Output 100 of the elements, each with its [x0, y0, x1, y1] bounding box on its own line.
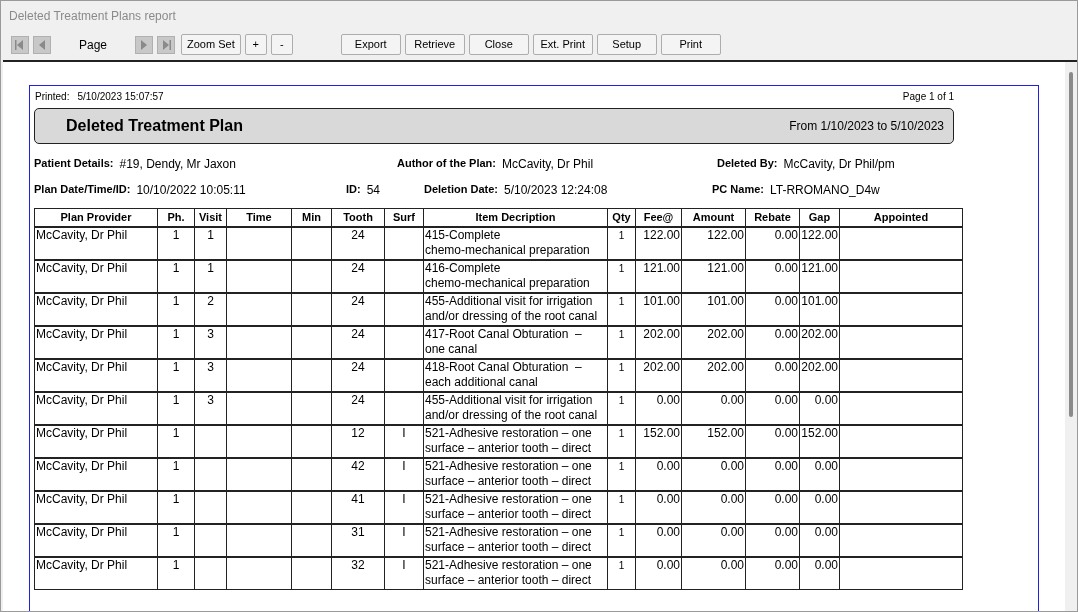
qty-cell: 1	[618, 427, 625, 439]
provider-cell: McCavity, Dr Phil	[36, 260, 128, 275]
gap-cell: 101.00	[801, 293, 838, 308]
phase-cell: 1	[172, 524, 180, 539]
tooth-cell: 31	[351, 524, 365, 539]
rebate-cell: 0.00	[774, 491, 798, 506]
detail-value: 5/10/2023 12:24:08	[503, 182, 608, 199]
column-header: Amount	[681, 208, 746, 227]
phase-cell: 1	[172, 557, 180, 572]
column-header: Fee@	[635, 208, 682, 227]
description-cell-text: 521-Adhesive restoration – one surface – anterior tooth – direct	[425, 425, 593, 456]
surface-cell: I	[402, 491, 406, 506]
previous-page-button[interactable]	[33, 35, 51, 54]
tooth-cell: 24	[351, 260, 365, 275]
detail-label: Deleted By:	[717, 156, 778, 171]
scrollbar[interactable]	[1065, 62, 1077, 611]
amount-cell: 122.00	[707, 227, 744, 242]
provider-cell: McCavity, Dr Phil	[36, 227, 128, 242]
toolbar-button[interactable]: Print	[660, 34, 721, 55]
detail-value: 54	[366, 182, 381, 199]
gap-cell: 152.00	[801, 425, 838, 440]
fee-cell: 202.00	[643, 326, 680, 341]
surface-cell: I	[402, 557, 406, 572]
toolbar-button[interactable]: Export	[340, 34, 401, 55]
fee-cell: 121.00	[643, 260, 680, 275]
gap-cell: 122.00	[801, 227, 838, 242]
description-cell-text: 416-Complete chemo-mechanical preparation	[425, 260, 591, 291]
provider-cell: McCavity, Dr Phil	[36, 392, 128, 407]
amount-cell: 0.00	[720, 524, 744, 539]
first-page-icon	[14, 38, 26, 51]
last-page-button[interactable]	[157, 35, 176, 54]
description-cell-text: 521-Adhesive restoration – one surface – anterior tooth – direct	[425, 458, 593, 489]
tooth-cell: 24	[351, 293, 365, 308]
description-cell-text: 417-Root Canal Obturation – one canal	[425, 326, 583, 357]
first-page-button[interactable]	[11, 35, 29, 54]
phase-cell: 1	[172, 227, 180, 242]
qty-cell: 1	[618, 394, 625, 406]
column-header: Visit	[194, 208, 227, 227]
toolbar-button[interactable]: Setup	[596, 34, 657, 55]
rebate-cell: 0.00	[774, 458, 798, 473]
provider-cell: McCavity, Dr Phil	[36, 557, 128, 572]
page-label: Page	[79, 36, 108, 54]
phase-cell: 1	[172, 359, 180, 374]
surface-cell: I	[402, 524, 406, 539]
page-info: Page 1 of 1	[902, 90, 954, 104]
detail-label: Author of the Plan:	[397, 156, 496, 171]
phase-cell: 1	[172, 458, 180, 473]
detail-label: Plan Date/Time/ID:	[34, 182, 131, 197]
column-header: Rebate	[745, 208, 800, 227]
description-cell-text: 455-Additional visit for irrigation and/or dressing of the root canal	[425, 392, 599, 423]
rebate-cell: 0.00	[774, 293, 798, 308]
fee-cell: 0.00	[656, 524, 680, 539]
amount-cell: 202.00	[707, 326, 744, 341]
qty-cell: 1	[618, 526, 625, 538]
amount-cell: 202.00	[707, 359, 744, 374]
amount-cell: 152.00	[707, 425, 744, 440]
tooth-cell: 12	[351, 425, 365, 440]
provider-cell: McCavity, Dr Phil	[36, 359, 128, 374]
amount-cell: 101.00	[707, 293, 744, 308]
amount-cell: 0.00	[720, 491, 744, 506]
fee-cell: 0.00	[656, 458, 680, 473]
tooth-cell: 24	[351, 359, 365, 374]
toolbar-button[interactable]: Ext. Print	[532, 34, 593, 55]
rebate-cell: 0.00	[774, 359, 798, 374]
rebate-cell: 0.00	[774, 392, 798, 407]
detail-value: McCavity, Dr Phil	[502, 156, 594, 173]
column-header: Min	[291, 208, 332, 227]
column-header: Tooth	[331, 208, 385, 227]
toolbar-button[interactable]: Close	[468, 34, 529, 55]
column-header: Surf	[384, 208, 424, 227]
qty-cell: 1	[618, 262, 625, 274]
detail-label: PC Name:	[712, 182, 764, 197]
detail-label: Deletion Date:	[424, 182, 498, 197]
report-title: Deleted Treatment Plan	[66, 116, 243, 136]
amount-cell: 0.00	[720, 557, 744, 572]
phase-cell: 1	[172, 326, 180, 341]
phase-cell: 1	[172, 293, 180, 308]
zoom-in-button[interactable]: +	[244, 34, 267, 55]
gap-cell: 0.00	[814, 491, 838, 506]
provider-cell: McCavity, Dr Phil	[36, 425, 128, 440]
qty-cell: 1	[618, 460, 625, 472]
fee-cell: 101.00	[643, 293, 680, 308]
zoom-set-button[interactable]: Zoom Set	[181, 34, 241, 55]
column-header: Gap	[799, 208, 840, 227]
description-cell-text: 415-Complete chemo-mechanical preparation	[425, 227, 591, 258]
rebate-cell: 0.00	[774, 524, 798, 539]
detail-value: LT-RROMANO_D4w	[769, 182, 880, 199]
fee-cell: 152.00	[643, 425, 680, 440]
amount-cell: 0.00	[720, 392, 744, 407]
tooth-cell: 24	[351, 392, 365, 407]
detail-value: 10/10/2022 10:05:11	[136, 182, 246, 199]
zoom-out-button[interactable]: -	[270, 34, 293, 55]
surface-cell: I	[402, 458, 406, 473]
toolbar-button[interactable]: Retrieve	[404, 34, 465, 55]
gap-cell: 0.00	[814, 392, 838, 407]
next-page-button[interactable]	[135, 35, 154, 54]
visit-cell: 1	[207, 227, 214, 242]
printed-label: Printed:	[35, 90, 70, 104]
column-header: Plan Provider	[34, 208, 158, 227]
detail-label: Patient Details:	[34, 156, 114, 171]
